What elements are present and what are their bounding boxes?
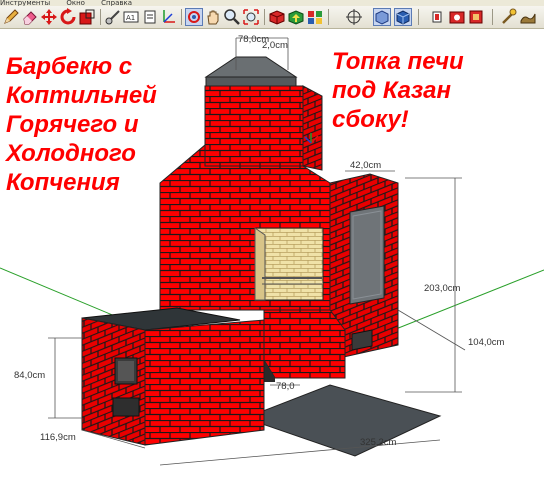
position-camera-icon[interactable] [467, 8, 485, 26]
model-viewport[interactable]: 78,0cm 2,0cm 42,0cm 203,0cm 104,0cm 84,0… [0, 29, 544, 472]
components-icon[interactable] [306, 8, 324, 26]
caption-right-line: Топка печи [332, 48, 464, 75]
chimney [204, 56, 323, 171]
ground-plate [243, 384, 442, 457]
pencil-icon[interactable] [2, 8, 20, 26]
dim-side-width: 42,0cm [350, 160, 381, 171]
ash-door [351, 329, 373, 351]
svg-text:A1: A1 [126, 14, 135, 22]
text-icon[interactable] [141, 8, 159, 26]
dim-gap-width: 78,0 [276, 381, 295, 392]
toolbar-separator [264, 9, 265, 25]
toolbar-separator [100, 9, 101, 25]
toolbar-separator [418, 9, 419, 25]
caption-left-line: Горячего и [6, 111, 139, 138]
eraser-icon[interactable] [21, 8, 39, 26]
axes-icon[interactable] [160, 8, 178, 26]
sandbox-icon[interactable] [519, 8, 537, 26]
caption-right: Топка печи под Казан сбоку! [332, 47, 464, 134]
look-around-icon[interactable] [448, 8, 466, 26]
caption-left: Барбекю с Коптильней Горячего и Холодног… [6, 52, 157, 197]
scale-icon[interactable] [78, 8, 96, 26]
move-icon[interactable] [40, 8, 58, 26]
caption-right-line: сбоку! [332, 106, 409, 133]
dim-stove-height: 84,0cm [14, 370, 45, 381]
xray-icon[interactable] [373, 8, 391, 26]
smokehouse-door [349, 205, 385, 305]
geolocation-icon[interactable] [500, 8, 518, 26]
walk-icon[interactable] [428, 8, 446, 26]
caption-left-line: Коптильней [6, 82, 157, 109]
caption-right-line: под Казан [332, 77, 452, 104]
zoom-extents-icon[interactable] [242, 8, 260, 26]
orbit-icon[interactable] [185, 8, 203, 26]
toolbar: A1 [0, 6, 544, 29]
toolbar-separator [492, 9, 493, 25]
section-plane-icon[interactable] [345, 8, 363, 26]
toolbar-separator [181, 9, 182, 25]
central-body [159, 143, 331, 311]
pan-icon[interactable] [204, 8, 222, 26]
dim-total-width: 325,2cm [360, 437, 397, 448]
zoom-icon[interactable] [223, 8, 241, 26]
rotate-icon[interactable] [59, 8, 77, 26]
share-model-icon[interactable] [287, 8, 305, 26]
dim-chimney-depth: 2,0cm [262, 40, 288, 51]
lower-right-block [262, 309, 346, 382]
stove-block [81, 307, 265, 446]
dim-total-height: 203,0cm [424, 283, 461, 294]
shaded-textures-icon[interactable] [394, 8, 412, 26]
get-models-icon[interactable] [268, 8, 286, 26]
tape-measure-icon[interactable] [104, 8, 122, 26]
caption-left-line: Копчения [6, 169, 120, 196]
dim-stove-width: 116,9cm [40, 432, 76, 443]
toolbar-separator [328, 9, 329, 25]
dimension-icon[interactable]: A1 [122, 8, 140, 26]
caption-left-line: Холодного [6, 140, 136, 167]
dim-side-depth: 104,0cm [468, 337, 505, 348]
caption-left-line: Барбекю с [6, 53, 133, 80]
stove-ash-door [112, 397, 140, 417]
